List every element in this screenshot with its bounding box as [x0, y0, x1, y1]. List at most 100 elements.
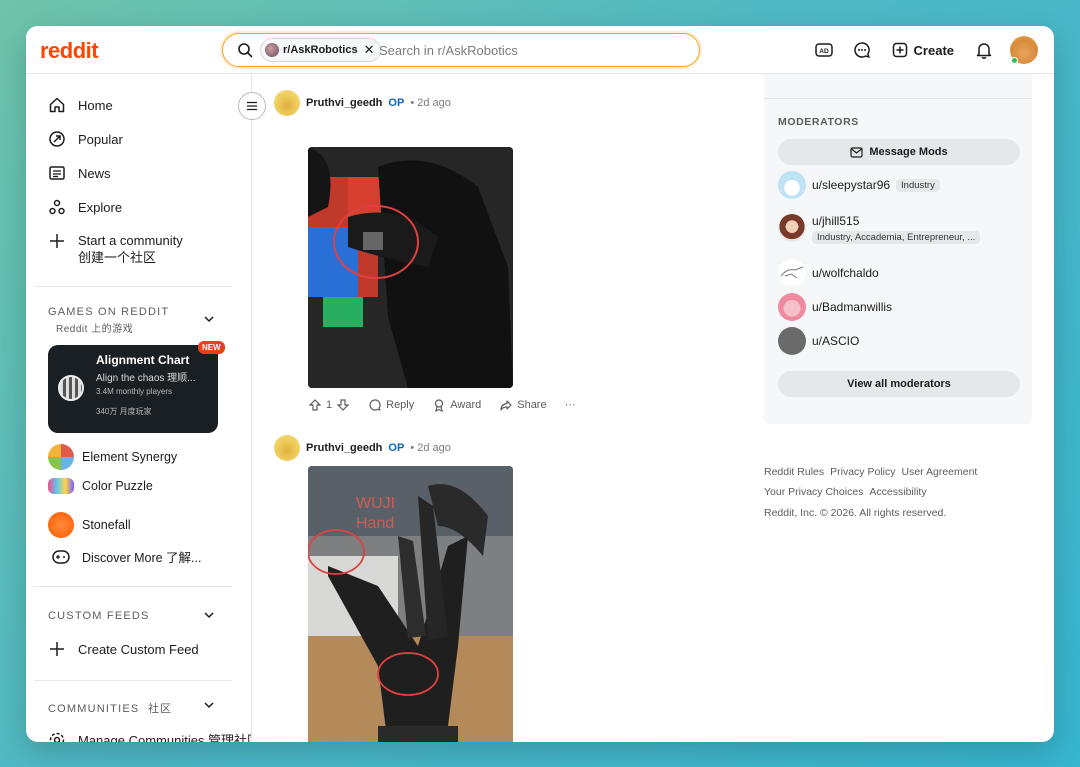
bell-icon: [976, 43, 992, 59]
manage-communities-label: Manage Communities 管理社区: [78, 733, 252, 742]
featured-game-players: 3.4M monthly players: [96, 387, 173, 396]
left-sidebar: Home Popular News Explore Start a commun…: [26, 74, 252, 742]
moderator-item[interactable]: u/wolfchaldo: [778, 259, 879, 287]
accessibility-link[interactable]: Accessibility: [869, 486, 926, 498]
game-label: Element Synergy: [82, 450, 178, 464]
message-mods-button[interactable]: Message Mods: [778, 139, 1020, 165]
comment-username[interactable]: Pruthvi_geedh: [306, 97, 382, 109]
robot-hand-cube-photo: [308, 147, 513, 388]
top-header: reddit r/AskRobotics ✕ Search in r/AskRo…: [26, 26, 1054, 74]
create-button[interactable]: Create: [888, 34, 958, 66]
op-badge: OP: [388, 97, 405, 109]
sidebar-item-explore[interactable]: Explore: [48, 198, 122, 216]
footer-links-row2: Your Privacy Choices Accessibility: [764, 486, 927, 498]
more-options-button[interactable]: ···: [565, 399, 576, 411]
gamepad-icon: [52, 549, 70, 564]
new-badge: NEW: [198, 341, 225, 354]
sidebar-item-color-puzzle[interactable]: Color Puzzle: [48, 478, 153, 494]
explore-icon: [49, 199, 65, 215]
sidebar-item-popular[interactable]: Popular: [48, 130, 123, 148]
upvote-icon[interactable]: [308, 398, 322, 412]
search-icon: [238, 43, 253, 58]
award-label: Award: [450, 399, 482, 411]
share-icon: [500, 400, 512, 411]
op-badge: OP: [388, 442, 405, 454]
alignment-chart-icon: [58, 375, 84, 401]
reddit-rules-link[interactable]: Reddit Rules: [764, 466, 824, 478]
user-avatar[interactable]: [1010, 36, 1038, 64]
moderator-avatar: [778, 214, 806, 242]
games-section-sub: Reddit 上的游戏: [56, 324, 134, 335]
sidebar-item-element-synergy[interactable]: Element Synergy: [48, 444, 177, 470]
commenter-avatar[interactable]: [274, 90, 300, 116]
comment-username[interactable]: Pruthvi_geedh: [306, 442, 382, 454]
reply-icon: [369, 399, 381, 411]
manage-communities-button[interactable]: Manage Communities 管理社区: [48, 730, 252, 742]
award-button[interactable]: Award: [432, 398, 481, 412]
reply-label: Reply: [386, 399, 415, 411]
stonefall-icon: [48, 512, 74, 538]
privacy-choices-link[interactable]: Your Privacy Choices: [764, 486, 863, 498]
sidebar-item-news[interactable]: News: [48, 164, 111, 182]
browser-window: reddit r/AskRobotics ✕ Search in r/AskRo…: [26, 26, 1054, 742]
chat-button[interactable]: [850, 34, 874, 66]
moderator-item[interactable]: u/Badmanwillis: [778, 293, 892, 321]
sidebar-item-home[interactable]: Home: [48, 96, 113, 114]
comment-image-rubiks-cube[interactable]: [308, 147, 513, 388]
moderator-name: u/wolfchaldo: [812, 266, 879, 280]
moderator-avatar: [778, 327, 806, 355]
sidebar-item-label: Start a community 创建一个社区: [78, 233, 183, 265]
element-synergy-icon: [48, 444, 74, 470]
subreddit-chip[interactable]: r/AskRobotics ✕: [260, 38, 382, 62]
divider: [764, 98, 1032, 99]
chevron-down-icon[interactable]: [202, 698, 216, 712]
share-button[interactable]: Share: [499, 398, 547, 412]
moderator-avatar: [778, 171, 806, 199]
user-agreement-link[interactable]: User Agreement: [901, 466, 977, 478]
privacy-policy-link[interactable]: Privacy Policy: [830, 466, 895, 478]
sidebar-item-label: Explore: [78, 199, 123, 215]
downvote-icon[interactable]: [336, 398, 350, 412]
sidebar-toggle-button[interactable]: [238, 92, 266, 120]
color-puzzle-icon: [48, 478, 74, 494]
comment-actions: 1 Reply Award Share ···: [308, 398, 576, 412]
reddit-logo[interactable]: reddit: [40, 38, 99, 64]
moderator-item[interactable]: u/ASCIO: [778, 327, 859, 355]
game-label: Color Puzzle: [82, 479, 153, 493]
plus-icon: [50, 642, 64, 656]
moderator-item[interactable]: u/sleepystar96 Industry: [778, 171, 940, 199]
advertise-button[interactable]: AD: [812, 34, 836, 66]
copyright-text: Reddit, Inc. © 2026. All rights reserved…: [764, 507, 947, 519]
reply-button[interactable]: Reply: [368, 398, 414, 412]
create-label: Create: [913, 42, 954, 58]
moderator-item[interactable]: u/jhill515 Industry, Accademia, Entrepre…: [778, 214, 981, 244]
commenter-avatar[interactable]: [274, 435, 300, 461]
view-all-moderators-button[interactable]: View all moderators: [778, 371, 1020, 397]
chevron-down-icon[interactable]: [202, 608, 216, 622]
footer-links-row1: Reddit Rules Privacy Policy User Agreeme…: [764, 466, 977, 478]
notifications-button[interactable]: [972, 34, 996, 66]
subreddit-avatar: [265, 43, 279, 57]
comment-header: Pruthvi_geedh OP • 2d ago: [274, 435, 451, 461]
search-bar[interactable]: r/AskRobotics ✕ Search in r/AskRobotics: [222, 33, 700, 67]
chevron-down-icon[interactable]: [202, 312, 216, 326]
moderator-name: u/Badmanwillis: [812, 300, 893, 314]
featured-game-subtitle: Align the chaos 理顺...: [96, 373, 196, 384]
moderator-flair: Industry, Accademia, Entrepreneur, ...: [812, 231, 981, 244]
close-icon[interactable]: ✕: [364, 42, 375, 58]
sidebar-item-start-community[interactable]: Start a community 创建一个社区: [48, 232, 198, 266]
divider: [34, 586, 232, 587]
moderator-flair: Industry: [896, 178, 940, 192]
moderator-name: u/ASCIO: [812, 334, 860, 348]
search-input[interactable]: Search in r/AskRobotics: [379, 43, 518, 58]
sidebar-item-label: Home: [78, 97, 113, 113]
comment-age: • 2d ago: [410, 97, 451, 109]
news-icon: [49, 166, 65, 180]
sidebar-item-stonefall[interactable]: Stonefall: [48, 512, 131, 538]
sidebar-item-discover-more[interactable]: Discover More 了解...: [48, 547, 201, 566]
comment-image-robot-hand[interactable]: WUJI Hand: [308, 466, 513, 742]
featured-game-card[interactable]: Alignment Chart Align the chaos 理顺... 3.…: [48, 341, 225, 433]
create-custom-feed-button[interactable]: Create Custom Feed: [48, 640, 199, 658]
communities-label: COMMUNITIES: [48, 703, 140, 715]
plus-square-icon: [892, 42, 907, 58]
